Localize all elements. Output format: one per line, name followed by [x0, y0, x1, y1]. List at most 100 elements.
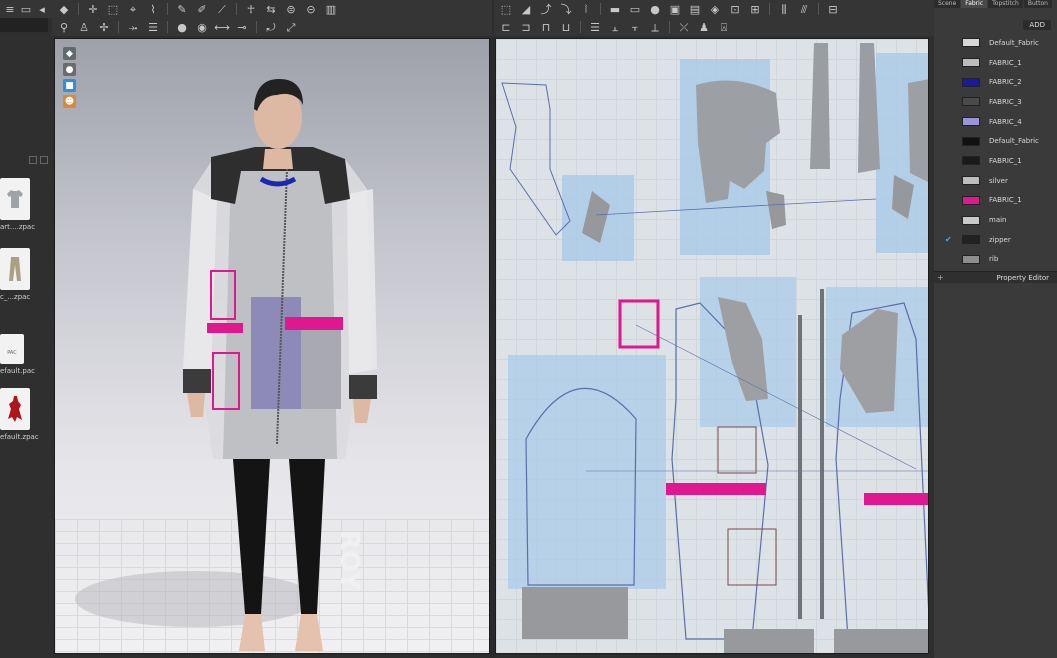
stack-icon[interactable]: ⊜ — [283, 2, 299, 16]
edit-texture-icon[interactable]: ⊔ — [558, 20, 574, 34]
tab-fabric[interactable]: Fabric — [961, 0, 988, 8]
tack-icon[interactable]: ⤞ — [125, 20, 141, 34]
shape-icon[interactable]: ⤢ — [283, 20, 299, 34]
select-icon[interactable]: ◆ — [56, 2, 72, 16]
fabric-swatch — [962, 235, 980, 245]
fabric-name: FABRIC_4 — [989, 117, 1022, 126]
tape-icon[interactable]: ⤾ — [263, 20, 279, 34]
transform-pattern-icon[interactable]: ⬚ — [498, 2, 514, 16]
add-fabric-button[interactable]: ADD — [1023, 20, 1051, 30]
trace-icon[interactable]: ⊡ — [727, 2, 743, 16]
library-item[interactable]: art....zpac — [0, 178, 52, 231]
library-panel: art....zpac c_...zpac PAC efault.pac efa… — [0, 36, 52, 658]
fabric-list-item[interactable]: FABRIC_1 — [934, 191, 1057, 211]
symmetry-icon[interactable]: ⫟ — [627, 20, 643, 34]
refresh-icon[interactable] — [40, 156, 48, 164]
left-hand — [187, 393, 205, 417]
fabric-swatch — [962, 77, 980, 87]
zipper-icon[interactable]: ⟷ — [214, 20, 230, 34]
add-point-icon[interactable]: ⤵ — [558, 2, 574, 16]
silver-strip — [810, 43, 830, 169]
topstitch-icon[interactable]: ⊟ — [825, 2, 841, 16]
library-item[interactable]: efault.zpac — [0, 388, 52, 441]
cut-icon[interactable]: ⟂ — [647, 20, 663, 34]
library-item[interactable]: c_...zpac — [0, 248, 52, 301]
avatar-pose-icon[interactable]: ☥ — [243, 2, 259, 16]
internal-polygon-icon[interactable]: ▣ — [667, 2, 683, 16]
notch-icon[interactable]: ⊓ — [538, 20, 554, 34]
edit-curve-icon[interactable]: ⤴ — [538, 2, 554, 16]
viewport-2d-pattern[interactable] — [495, 38, 929, 654]
fabric-name: FABRIC_1 — [989, 156, 1022, 165]
fabric-list-item[interactable]: ✔ zipper — [934, 230, 1057, 250]
fabric-list-item[interactable]: FABRIC_3 — [934, 92, 1057, 112]
brush-icon[interactable]: ✐ — [194, 2, 210, 16]
expand-icon[interactable]: + — [937, 273, 944, 282]
fabric-list-item[interactable]: main — [934, 210, 1057, 230]
layer-icon[interactable]: ⊝ — [303, 2, 319, 16]
edit-point-icon[interactable]: ◢ — [518, 2, 534, 16]
fabric-swatch — [962, 136, 980, 146]
box-select-icon[interactable]: ⬚ — [105, 2, 121, 16]
library-item[interactable]: PAC efault.pac — [0, 334, 52, 375]
fabric-list-item[interactable]: Default_Fabric — [934, 131, 1057, 151]
strap-icon[interactable]: ☰ — [145, 20, 161, 34]
property-editor-label: Property Editor — [996, 273, 1049, 282]
simulate-icon[interactable]: ⚲ — [56, 20, 72, 34]
free-sewing-icon[interactable]: ⫻ — [796, 2, 812, 16]
fabric-list-item[interactable]: FABRIC_1 — [934, 53, 1057, 73]
curve-point-icon[interactable]: ⦚ — [578, 2, 594, 16]
fabric-list-item[interactable]: rib — [934, 250, 1057, 270]
fold-pattern-icon[interactable]: ⊞ — [747, 2, 763, 16]
trim-icon[interactable]: ⤫ — [676, 20, 692, 34]
fabric-list-item[interactable]: FABRIC_4 — [934, 112, 1057, 132]
rib-pattern-piece — [724, 629, 814, 653]
thumbnail-view-icon[interactable] — [29, 156, 37, 164]
avatar-icon[interactable]: ♙ — [76, 20, 92, 34]
viewport-3d[interactable]: ◆ ● ■ ☻ ROY — [54, 38, 490, 654]
rib-pattern-piece — [522, 587, 628, 639]
fabric-swatch — [962, 38, 980, 48]
property-editor-header[interactable]: + Property Editor — [934, 271, 1057, 283]
folder-icon[interactable]: ▭ — [20, 2, 32, 16]
seam-allowance-icon[interactable]: ⊐ — [518, 20, 534, 34]
dart-icon[interactable]: ◈ — [707, 2, 723, 16]
pants-icon — [0, 248, 30, 290]
library-path-bar[interactable] — [0, 18, 48, 32]
fabric-list-item[interactable]: silver — [934, 171, 1057, 191]
polygon-icon[interactable]: ▬ — [607, 2, 623, 16]
library-header — [0, 156, 52, 166]
toolbar-3d-row-2: ⚲ ♙ ✢ ⤞ ☰ ● ◉ ⟷ ⊸ ⤾ ⤢ — [52, 18, 492, 36]
tab-topstitch[interactable]: Topstitch — [988, 0, 1023, 8]
measure-icon[interactable]: ⟋ — [214, 2, 230, 16]
back-icon[interactable]: ◂ — [36, 2, 48, 16]
edit-sewing-icon[interactable]: ⊏ — [498, 20, 514, 34]
avatar-2d-icon[interactable]: ♟ — [696, 20, 712, 34]
move-icon[interactable]: ✛ — [85, 2, 101, 16]
fabric-list-item[interactable]: FABRIC_1 — [934, 151, 1057, 171]
fabric-list-item[interactable]: Default_Fabric — [934, 33, 1057, 53]
edit-graphic-icon[interactable]: ⫠ — [607, 20, 623, 34]
circle-icon[interactable]: ● — [647, 2, 663, 16]
fabric-list-item[interactable]: FABRIC_2 — [934, 72, 1057, 92]
pin-icon[interactable]: ⌖ — [125, 2, 141, 16]
magenta-band-right — [285, 317, 343, 330]
internal-rect-icon[interactable]: ▤ — [687, 2, 703, 16]
check-icon: ✔ — [945, 235, 952, 245]
hanger-icon[interactable]: ⍓ — [716, 20, 732, 34]
tab-button[interactable]: Button — [1023, 0, 1052, 8]
button-tool-icon[interactable]: ● — [174, 20, 190, 34]
rectangle-icon[interactable]: ▭ — [627, 2, 643, 16]
grid-icon[interactable]: ▥ — [323, 2, 339, 16]
list-view-icon[interactable]: ≡ — [4, 2, 16, 16]
puckering-icon[interactable]: ⊸ — [234, 20, 250, 34]
tab-scene[interactable]: Scene — [934, 0, 961, 8]
pen-icon[interactable]: ✎ — [174, 2, 190, 16]
segment-sewing-icon[interactable]: ⫼ — [776, 2, 792, 16]
graphic-icon[interactable]: ☰ — [587, 20, 603, 34]
arrange-icon[interactable]: ⇆ — [263, 2, 279, 16]
buttonhole-icon[interactable]: ◉ — [194, 20, 210, 34]
align-icon[interactable]: ✢ — [96, 20, 112, 34]
pocket-pattern-magenta — [618, 299, 660, 349]
fold-icon[interactable]: ⌇ — [145, 2, 161, 16]
